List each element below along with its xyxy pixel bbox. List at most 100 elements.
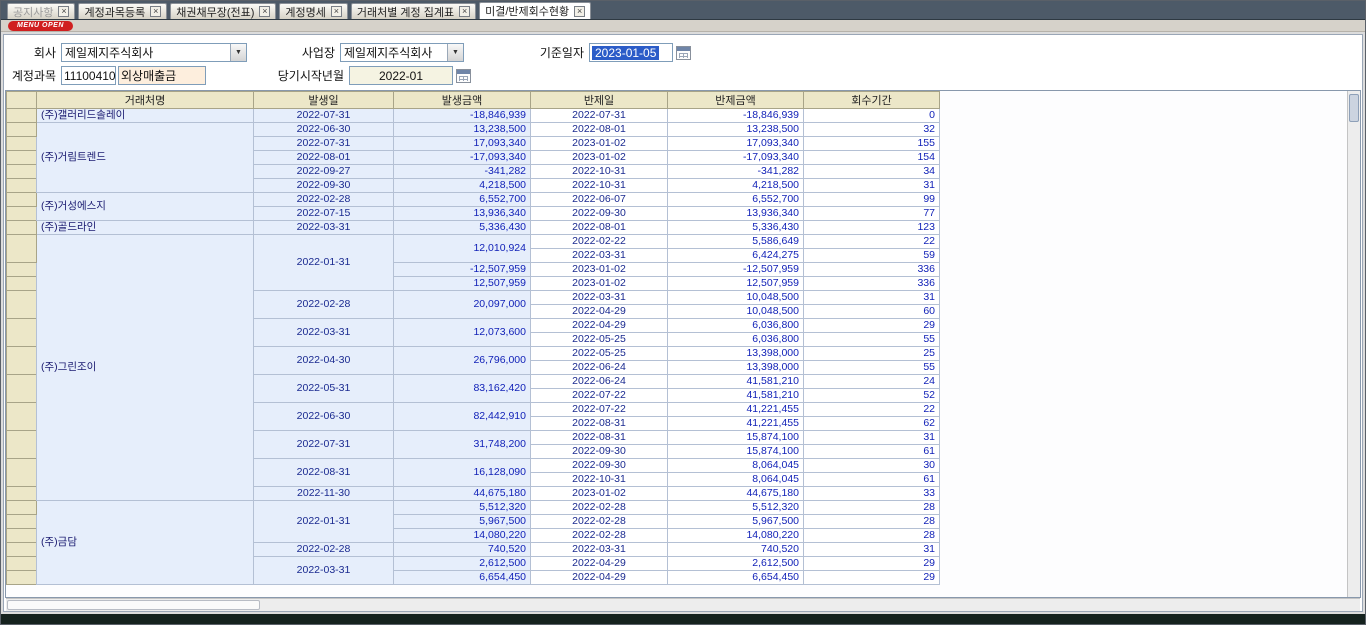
occurrence-date-cell[interactable]: 2022-05-31: [254, 375, 394, 403]
settlement-amount-cell[interactable]: 6,552,700: [668, 193, 804, 207]
occurrence-amount-cell[interactable]: -341,282: [394, 165, 531, 179]
collection-days-cell[interactable]: 31: [804, 291, 940, 305]
collection-days-cell[interactable]: 60: [804, 305, 940, 319]
customer-name-cell[interactable]: (주)거림트렌드: [37, 123, 254, 193]
customer-name-cell[interactable]: (주)갤러리드솔레이: [37, 109, 254, 123]
customer-name-cell[interactable]: (주)거성에스지: [37, 193, 254, 221]
collection-days-cell[interactable]: 28: [804, 515, 940, 529]
settlement-amount-cell[interactable]: 740,520: [668, 543, 804, 557]
occurrence-date-cell[interactable]: 2022-08-31: [254, 459, 394, 487]
collection-days-cell[interactable]: 29: [804, 571, 940, 585]
settlement-amount-cell[interactable]: 15,874,100: [668, 431, 804, 445]
vertical-scrollbar-thumb[interactable]: [1349, 94, 1359, 122]
occurrence-date-cell[interactable]: 2022-09-30: [254, 179, 394, 193]
occurrence-amount-cell[interactable]: 17,093,340: [394, 137, 531, 151]
settlement-amount-cell[interactable]: 8,064,045: [668, 459, 804, 473]
settlement-date-cell[interactable]: 2023-01-02: [531, 151, 668, 165]
collection-days-cell[interactable]: 62: [804, 417, 940, 431]
occurrence-date-cell[interactable]: 2022-02-28: [254, 193, 394, 207]
occurrence-date-cell[interactable]: 2022-06-30: [254, 403, 394, 431]
collection-days-cell[interactable]: 22: [804, 235, 940, 249]
occurrence-date-cell[interactable]: 2022-07-31: [254, 137, 394, 151]
settlement-date-cell[interactable]: 2023-01-02: [531, 137, 668, 151]
settlement-date-cell[interactable]: 2022-03-31: [531, 543, 668, 557]
collection-days-cell[interactable]: 154: [804, 151, 940, 165]
settlement-date-cell[interactable]: 2022-08-31: [531, 417, 668, 431]
row-header-cell[interactable]: [7, 193, 37, 207]
row-header-cell[interactable]: [7, 235, 37, 263]
tab-5[interactable]: 거래처별 계정 집계표×: [351, 3, 476, 19]
occurrence-date-cell[interactable]: 2022-03-31: [254, 319, 394, 347]
settlement-date-cell[interactable]: 2022-07-31: [531, 109, 668, 123]
occurrence-amount-cell[interactable]: 5,336,430: [394, 221, 531, 235]
chevron-down-icon[interactable]: ▼: [230, 44, 246, 61]
occurrence-date-cell[interactable]: 2022-09-27: [254, 165, 394, 179]
collection-days-cell[interactable]: 155: [804, 137, 940, 151]
settlement-amount-cell[interactable]: -341,282: [668, 165, 804, 179]
row-header-cell[interactable]: [7, 543, 37, 557]
settlement-date-cell[interactable]: 2022-10-31: [531, 165, 668, 179]
settlement-date-cell[interactable]: 2022-02-28: [531, 501, 668, 515]
occurrence-date-cell[interactable]: 2022-07-31: [254, 431, 394, 459]
settlement-date-cell[interactable]: 2022-07-22: [531, 403, 668, 417]
settlement-amount-cell[interactable]: 6,036,800: [668, 333, 804, 347]
row-header-cell[interactable]: [7, 403, 37, 431]
occurrence-date-cell[interactable]: 2022-06-30: [254, 123, 394, 137]
collection-days-cell[interactable]: 22: [804, 403, 940, 417]
settlement-date-cell[interactable]: 2022-04-29: [531, 305, 668, 319]
row-header-cell[interactable]: [7, 515, 37, 529]
occurrence-date-cell[interactable]: 2022-01-31: [254, 501, 394, 543]
tab-3[interactable]: 채권채무장(전표)×: [170, 3, 276, 19]
occurrence-amount-cell[interactable]: -12,507,959: [394, 263, 531, 277]
settlement-amount-cell[interactable]: 44,675,180: [668, 487, 804, 501]
horizontal-scrollbar[interactable]: [6, 598, 1360, 611]
occurrence-date-cell[interactable]: 2022-04-30: [254, 347, 394, 375]
collection-days-cell[interactable]: 0: [804, 109, 940, 123]
settlement-amount-cell[interactable]: 10,048,500: [668, 305, 804, 319]
settlement-date-cell[interactable]: 2022-06-24: [531, 361, 668, 375]
settlement-date-cell[interactable]: 2022-07-22: [531, 389, 668, 403]
settlement-date-cell[interactable]: 2022-03-31: [531, 249, 668, 263]
collection-days-cell[interactable]: 31: [804, 431, 940, 445]
collection-days-cell[interactable]: 32: [804, 123, 940, 137]
occurrence-amount-cell[interactable]: 26,796,000: [394, 347, 531, 375]
occurrence-amount-cell[interactable]: 6,552,700: [394, 193, 531, 207]
row-header-cell[interactable]: [7, 151, 37, 165]
collection-days-cell[interactable]: 24: [804, 375, 940, 389]
row-header-cell[interactable]: [7, 123, 37, 137]
settlement-amount-cell[interactable]: 8,064,045: [668, 473, 804, 487]
settlement-amount-cell[interactable]: 13,936,340: [668, 207, 804, 221]
occurrence-date-cell[interactable]: 2022-07-31: [254, 109, 394, 123]
row-header-cell[interactable]: [7, 375, 37, 403]
chevron-down-icon[interactable]: ▼: [447, 44, 463, 61]
settlement-date-cell[interactable]: 2022-06-07: [531, 193, 668, 207]
collection-days-cell[interactable]: 52: [804, 389, 940, 403]
settlement-amount-cell[interactable]: 2,612,500: [668, 557, 804, 571]
collection-days-cell[interactable]: 30: [804, 459, 940, 473]
row-header-cell[interactable]: [7, 431, 37, 459]
tab-close-icon[interactable]: ×: [58, 6, 69, 17]
settlement-amount-cell[interactable]: 15,874,100: [668, 445, 804, 459]
occurrence-date-cell[interactable]: 2022-03-31: [254, 557, 394, 585]
settlement-amount-cell[interactable]: 5,586,649: [668, 235, 804, 249]
menu-open-button[interactable]: MENU OPEN: [8, 21, 73, 31]
tab-4[interactable]: 계정명세×: [279, 3, 347, 19]
occurrence-amount-cell[interactable]: 16,128,090: [394, 459, 531, 487]
settlement-date-cell[interactable]: 2022-02-28: [531, 515, 668, 529]
row-header-cell[interactable]: [7, 137, 37, 151]
row-header-cell[interactable]: [7, 487, 37, 501]
settlement-amount-cell[interactable]: 13,238,500: [668, 123, 804, 137]
settlement-amount-cell[interactable]: 5,512,320: [668, 501, 804, 515]
settlement-amount-cell[interactable]: 13,398,000: [668, 361, 804, 375]
settlement-date-cell[interactable]: 2022-05-25: [531, 333, 668, 347]
customer-name-cell[interactable]: (주)그린조이: [37, 235, 254, 501]
row-header-cell[interactable]: [7, 291, 37, 319]
settlement-date-cell[interactable]: 2022-04-29: [531, 557, 668, 571]
row-header-cell[interactable]: [7, 179, 37, 193]
row-header-cell[interactable]: [7, 347, 37, 375]
occurrence-amount-cell[interactable]: 12,073,600: [394, 319, 531, 347]
occurrence-amount-cell[interactable]: 12,010,924: [394, 235, 531, 263]
settlement-date-cell[interactable]: 2022-10-31: [531, 179, 668, 193]
collection-days-cell[interactable]: 77: [804, 207, 940, 221]
settlement-amount-cell[interactable]: 10,048,500: [668, 291, 804, 305]
